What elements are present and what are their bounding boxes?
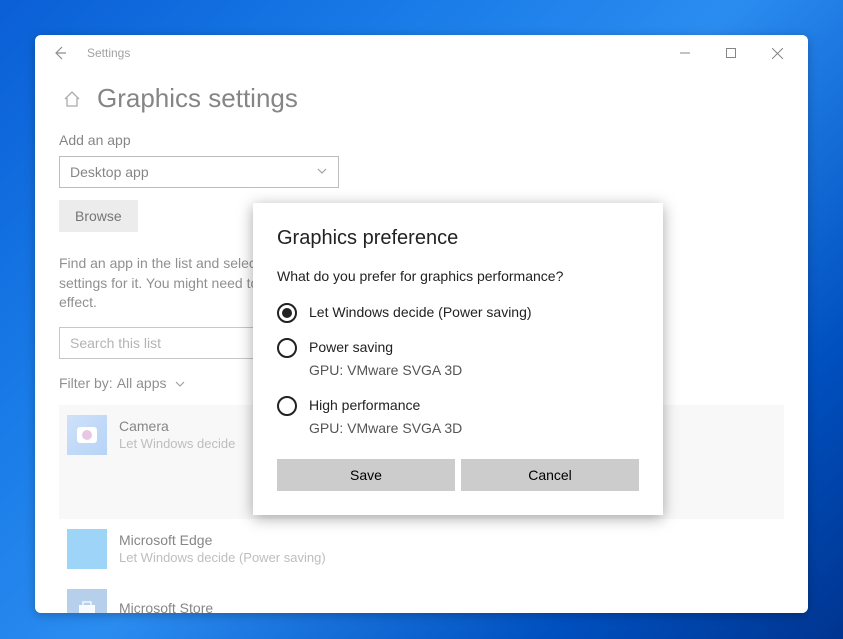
settings-window: Settings Graphics settings Add an app De… <box>35 35 808 613</box>
save-button[interactable]: Save <box>277 459 455 491</box>
radio-label: High performance <box>309 395 462 416</box>
radio-text: Let Windows decide (Power saving) <box>309 302 532 323</box>
cancel-button[interactable]: Cancel <box>461 459 639 491</box>
radio-text: High performance GPU: VMware SVGA 3D <box>309 395 462 439</box>
radio-icon <box>277 338 297 358</box>
radio-icon <box>277 396 297 416</box>
radio-power-saving[interactable]: Power saving GPU: VMware SVGA 3D <box>277 337 639 381</box>
radio-detail: GPU: VMware SVGA 3D <box>309 418 462 439</box>
radio-high-performance[interactable]: High performance GPU: VMware SVGA 3D <box>277 395 639 439</box>
radio-icon <box>277 303 297 323</box>
modal-question: What do you prefer for graphics performa… <box>277 268 639 284</box>
radio-detail: GPU: VMware SVGA 3D <box>309 360 462 381</box>
radio-label: Let Windows decide (Power saving) <box>309 302 532 323</box>
graphics-preference-modal: Graphics preference What do you prefer f… <box>253 203 663 515</box>
radio-let-windows-decide[interactable]: Let Windows decide (Power saving) <box>277 302 639 323</box>
modal-title: Graphics preference <box>277 227 639 250</box>
radio-text: Power saving GPU: VMware SVGA 3D <box>309 337 462 381</box>
modal-buttons: Save Cancel <box>277 459 639 491</box>
radio-label: Power saving <box>309 337 462 358</box>
